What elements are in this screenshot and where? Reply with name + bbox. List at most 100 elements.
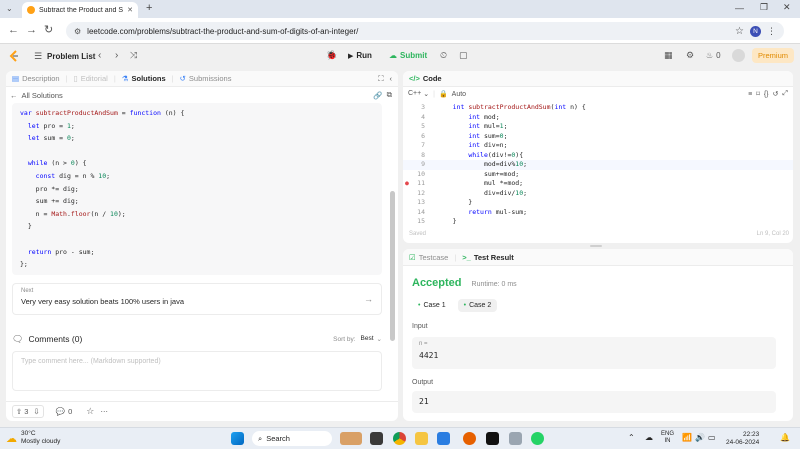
cloud-tray-icon[interactable]: ☁ xyxy=(645,433,653,442)
gutter[interactable] xyxy=(403,217,411,227)
gutter[interactable] xyxy=(403,170,411,180)
volume-icon[interactable]: 🔊 xyxy=(695,433,705,442)
problem-list-link[interactable]: Problem List xyxy=(47,52,95,61)
favorite-star-icon[interactable]: ☆ xyxy=(86,406,94,417)
code-line: 5 int mul=1; xyxy=(403,122,793,132)
premium-button[interactable]: Premium xyxy=(752,48,795,63)
gutter[interactable] xyxy=(403,141,411,151)
tab-testcase[interactable]: ☑ Testcase xyxy=(409,253,448,262)
submit-button[interactable]: ☁ Submit xyxy=(389,51,427,60)
settings-gear-icon[interactable]: ⚙ xyxy=(686,50,694,61)
leetcode-logo-icon[interactable] xyxy=(8,50,20,62)
bookmark-icon[interactable]: ⌑ xyxy=(756,90,760,98)
task-view-icon[interactable] xyxy=(370,432,383,445)
tab-editorial[interactable]: ▯ Editorial xyxy=(74,74,108,83)
comment-input[interactable]: Type comment here... (Markdown supported… xyxy=(12,351,382,391)
upvote-button[interactable]: ⇧ 3 ⇩ xyxy=(12,405,44,418)
copy-icon[interactable]: ⧉ xyxy=(387,90,392,100)
case-1-tab[interactable]: • Case 1 xyxy=(412,299,452,312)
bookmark-star-icon[interactable]: ☆ xyxy=(735,26,744,37)
run-button[interactable]: ▶ Run xyxy=(348,51,372,60)
expand-panel-icon[interactable]: ⛶ xyxy=(378,74,383,84)
tray-chevron-icon[interactable]: ⌃ xyxy=(628,433,635,442)
reset-icon[interactable]: ↺ xyxy=(773,90,779,98)
tab-code[interactable]: </> Code xyxy=(409,74,442,83)
gutter[interactable] xyxy=(403,198,411,208)
debug-icon[interactable]: 🐞 xyxy=(326,50,337,61)
language-indicator[interactable]: ENG IN xyxy=(661,431,674,445)
all-solutions-link[interactable]: All Solutions xyxy=(22,91,63,100)
gutter[interactable] xyxy=(403,160,411,170)
tab-submissions[interactable]: ↺ Submissions xyxy=(180,74,232,83)
forward-arrow-icon[interactable]: → xyxy=(26,24,37,36)
taskbar-search[interactable]: ⌕ Search xyxy=(252,431,332,446)
notes-icon[interactable]: ▢ xyxy=(459,50,468,61)
notification-icon[interactable]: 🔔 xyxy=(780,433,790,442)
minimize-icon[interactable]: — xyxy=(735,3,744,13)
next-problem-icon[interactable]: › xyxy=(115,50,118,61)
gutter[interactable] xyxy=(403,122,411,132)
code-brackets-icon: </> xyxy=(409,74,420,83)
back-arrow-icon[interactable]: ← xyxy=(10,91,18,100)
streak-counter[interactable]: ♨ 0 xyxy=(706,51,721,60)
profile-avatar[interactable]: N xyxy=(750,25,761,37)
user-avatar[interactable] xyxy=(732,49,745,62)
problem-list-icon[interactable]: ☰ xyxy=(34,51,42,62)
gutter[interactable] xyxy=(403,151,411,161)
fullscreen-icon[interactable]: ⤢ xyxy=(782,90,788,98)
tab-list-icon[interactable]: ⌄ xyxy=(6,4,13,13)
layout-grid-icon[interactable]: ▦ xyxy=(664,50,673,61)
braces-icon[interactable]: {} xyxy=(764,91,769,98)
auto-mode[interactable]: Auto xyxy=(452,91,466,98)
tab-description[interactable]: ▤ Description xyxy=(12,74,60,83)
prev-problem-icon[interactable]: ‹ xyxy=(98,50,101,61)
gutter[interactable] xyxy=(403,208,411,218)
battery-icon[interactable]: ▭ xyxy=(708,433,716,442)
breakpoint-icon[interactable]: ● xyxy=(403,179,411,189)
back-arrow-icon[interactable]: ← xyxy=(8,24,19,36)
close-window-icon[interactable]: ✕ xyxy=(783,2,791,13)
tab-solutions[interactable]: ⚗ Solutions xyxy=(122,74,166,83)
tab-test-result[interactable]: >_ Test Result xyxy=(462,253,513,262)
url-field[interactable]: ⚙ leetcode.com/problems/subtract-the-pro… xyxy=(66,22,784,40)
firefox-icon[interactable] xyxy=(463,432,476,445)
wifi-icon[interactable]: 📶 xyxy=(682,433,692,442)
scrollbar[interactable] xyxy=(390,191,395,341)
timer-icon[interactable]: ⏲ xyxy=(440,50,447,61)
site-info-icon[interactable]: ⚙ xyxy=(74,27,81,36)
whatsapp-icon[interactable] xyxy=(531,432,544,445)
gutter[interactable] xyxy=(403,132,411,142)
restore-icon[interactable]: ❐ xyxy=(760,2,768,13)
windows-start-icon[interactable] xyxy=(231,432,244,445)
file-explorer-icon[interactable] xyxy=(415,432,428,445)
format-icon[interactable]: ≡ xyxy=(748,91,752,98)
more-options-icon[interactable]: ⋯ xyxy=(100,407,108,416)
chrome-icon[interactable] xyxy=(393,432,406,445)
resize-handle[interactable] xyxy=(590,245,602,247)
language-select[interactable]: C++ ⌄ xyxy=(408,90,429,98)
browser-menu-icon[interactable]: ⋮ xyxy=(767,26,776,37)
photos-icon[interactable] xyxy=(437,432,450,445)
weather-widget[interactable]: ☁ 30°C Mostly cloudy xyxy=(6,430,60,446)
new-tab-icon[interactable]: + xyxy=(146,2,152,14)
news-widget-icon[interactable] xyxy=(340,432,362,445)
case-2-tab[interactable]: • Case 2 xyxy=(457,299,498,312)
collapse-panel-icon[interactable]: ‹ xyxy=(390,74,393,83)
code-editor[interactable]: 3 int subtractProductAndSum(int n) {4 in… xyxy=(403,103,793,225)
app-red-icon[interactable] xyxy=(486,432,499,445)
code-text: sum+=mod; xyxy=(437,169,520,178)
reload-icon[interactable]: ↻ xyxy=(44,23,53,36)
gutter[interactable] xyxy=(403,103,411,113)
clock[interactable]: 22:23 24-06-2024 xyxy=(726,431,759,447)
close-tab-icon[interactable]: ✕ xyxy=(127,6,133,14)
gutter[interactable] xyxy=(403,113,411,123)
next-solution-card[interactable]: Next Very very easy solution beats 100% … xyxy=(12,283,382,315)
mail-icon[interactable] xyxy=(509,432,522,445)
sort-dropdown[interactable]: Best ⌄ xyxy=(361,335,382,343)
shuffle-icon[interactable]: ⤨ xyxy=(130,50,137,61)
share-link-icon[interactable]: 🔗 xyxy=(373,91,382,100)
code-text: div=div/10; xyxy=(437,188,528,197)
browser-tab[interactable]: Subtract the Product and Sum ✕ xyxy=(22,2,138,18)
gutter[interactable] xyxy=(403,189,411,199)
comment-count[interactable]: 💬 0 xyxy=(56,407,73,416)
